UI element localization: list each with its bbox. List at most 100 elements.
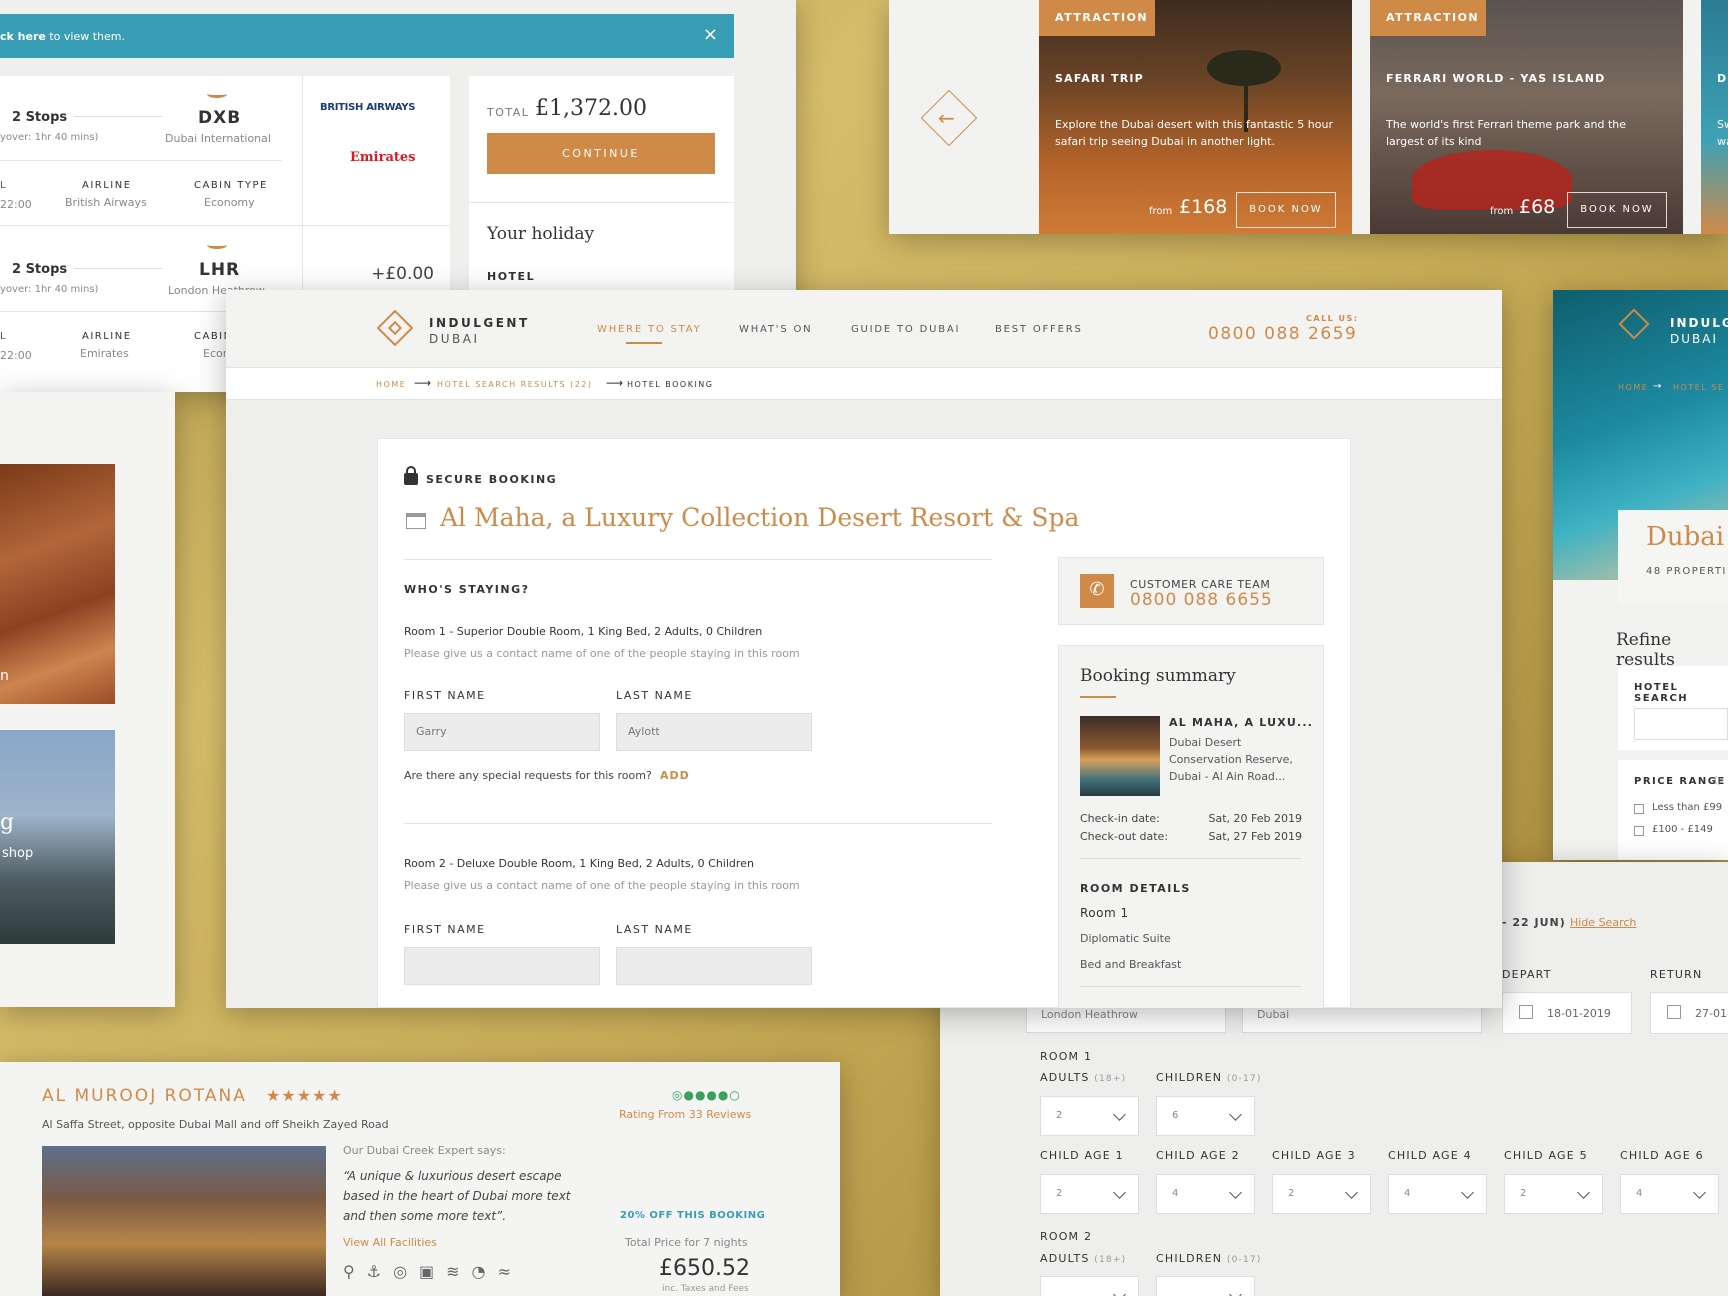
children-select[interactable]: 6 (1156, 1096, 1255, 1136)
rating-text: Rating From 33 Reviews (619, 1108, 752, 1121)
children-label: CHILDREN (0-17) (1156, 1252, 1262, 1265)
first-name-input[interactable] (404, 947, 600, 985)
last-name-label: LAST NAME (616, 923, 693, 936)
booking-summary: Booking summary AL MAHA, A LUXU... Dubai… (1058, 645, 1324, 1008)
hotel-name[interactable]: AL MUROOJ ROTANA (42, 1086, 247, 1106)
cabin-value: Ecor (203, 347, 228, 360)
child-age-select[interactable]: 2 (1040, 1174, 1139, 1214)
child-age-select[interactable]: 4 (1388, 1174, 1487, 1214)
airport-code: LHR (199, 260, 241, 280)
expert-quote: “A unique & luxurious desert escape base… (343, 1169, 571, 1223)
adults-text: ADULTS (1040, 1252, 1090, 1265)
return-input[interactable]: 27-01-2 (1650, 992, 1728, 1034)
nav-whats-on[interactable]: WHAT'S ON (739, 324, 812, 335)
attraction-desc: Sw wa (1717, 118, 1728, 148)
child-age-label: CHILD AGE 1 (1040, 1149, 1124, 1162)
marina-image: g shop (0, 730, 115, 944)
brand-name: INDULG (1670, 316, 1728, 330)
child-age-select[interactable]: 4 (1620, 1174, 1719, 1214)
whos-staying-heading: WHO'S STAYING? (404, 583, 530, 596)
last-name-input[interactable] (616, 947, 812, 985)
child-age-select[interactable]: 2 (1272, 1174, 1371, 1214)
room-details-type: Diplomatic Suite (1080, 932, 1171, 945)
summary-underline (1080, 696, 1116, 698)
time-label: L (0, 180, 6, 191)
brand-sub: DUBAI (1670, 332, 1719, 346)
price-checkbox[interactable] (1634, 826, 1644, 836)
breadcrumb-home[interactable]: HOME (376, 380, 406, 389)
search-dates: - 22 JUN) (1502, 916, 1566, 929)
attraction-desc: The world's first Ferrari theme park and… (1386, 118, 1627, 148)
children-select[interactable] (1156, 1276, 1255, 1296)
child-age-label: CHILD AGE 2 (1156, 1149, 1240, 1162)
book-now-button[interactable]: BOOK NOW (1236, 192, 1336, 228)
close-icon[interactable]: × (703, 24, 718, 45)
care-phone[interactable]: 0800 088 6655 (1130, 590, 1273, 610)
from-value: London Heathrow (1041, 1008, 1138, 1021)
phone-icon[interactable]: ✆ (1080, 574, 1114, 608)
room1-title: Room 1 - Superior Double Room, 1 King Be… (404, 625, 763, 638)
first-name-input[interactable]: Garry (404, 713, 600, 751)
brand-logo-icon[interactable] (376, 309, 414, 347)
summary-title: Booking summary (1080, 666, 1236, 686)
alert-text: to view them. (49, 30, 125, 43)
airline-label: AIRLINE (82, 180, 132, 191)
header-phone[interactable]: 0800 088 2659 (1208, 324, 1357, 344)
child-age-select[interactable]: 2 (1504, 1174, 1603, 1214)
tree-shape (1207, 50, 1281, 86)
room1-label: ROOM 1 (1040, 1050, 1093, 1063)
time-value: 22:00 (0, 349, 32, 362)
price-option: Less than £99 (1652, 802, 1723, 813)
route-line (74, 268, 162, 269)
book-now-button[interactable]: BOOK NOW (1567, 192, 1667, 228)
breadcrumb-arrow-icon: ⟶ (414, 376, 432, 390)
from-label: from (1149, 206, 1173, 217)
add-request-button[interactable]: ADD (660, 769, 690, 782)
price-checkbox[interactable] (1634, 804, 1644, 814)
continue-button[interactable]: CONTINUE (487, 133, 715, 174)
attraction-card[interactable]: D Sw wa (1701, 0, 1728, 234)
breadcrumb-search-results[interactable]: HOTEL SEARCH RESULTS (22) (437, 380, 593, 389)
breadcrumb-item[interactable]: HOTEL SE (1673, 383, 1724, 392)
nav-where-to-stay[interactable]: WHERE TO STAY (597, 324, 702, 335)
customer-care-box: ✆ CUSTOMER CARE TEAM 0800 088 6655 (1058, 557, 1324, 625)
attraction-title: SAFARI TRIP (1055, 72, 1144, 85)
airline-value: British Airways (65, 196, 147, 209)
attraction-desc: Explore the Dubai desert with this fanta… (1055, 118, 1333, 148)
adults-sub: (18+) (1094, 1255, 1127, 1265)
attraction-tag: ATTRACTION (1039, 0, 1155, 36)
last-name-input[interactable]: Aylott (616, 713, 812, 751)
view-facilities-link[interactable]: View All Facilities (343, 1236, 437, 1249)
lock-icon (404, 466, 418, 485)
children-sub: (0-17) (1226, 1074, 1262, 1084)
attractions-panel: ← ATTRACTION SAFARI TRIP Explore the Dub… (889, 0, 1728, 234)
adults-select[interactable]: 2 (1040, 1096, 1139, 1136)
hotel-search-input[interactable] (1634, 708, 1728, 740)
alert-bar: ck here to view them. × (0, 14, 734, 58)
british-airways-logo: BRITISH AIRWAYS (320, 102, 416, 113)
attraction-card[interactable]: ATTRACTION SAFARI TRIP Explore the Dubai… (1039, 0, 1352, 234)
adults-select[interactable] (1040, 1276, 1139, 1296)
hide-search-link[interactable]: Hide Search (1570, 916, 1636, 929)
divider (1080, 986, 1302, 987)
breadcrumb-home[interactable]: HOME (1618, 383, 1648, 392)
child-age-select[interactable]: 4 (1156, 1174, 1255, 1214)
child-age-label: CHILD AGE 4 (1388, 1149, 1472, 1162)
hotel-search-label: HOTEL SEARCH (1634, 682, 1689, 704)
brand-name[interactable]: INDULGENT (429, 316, 530, 330)
alert-link[interactable]: ck here (0, 30, 46, 43)
depart-input[interactable]: 18-01-2019 (1502, 992, 1632, 1034)
attraction-card[interactable]: ATTRACTION FERRARI WORLD - YAS ISLAND Th… (1370, 0, 1683, 234)
calendar-icon (1667, 1005, 1681, 1019)
children-text: CHILDREN (1156, 1252, 1223, 1265)
nav-best-offers[interactable]: BEST OFFERS (995, 324, 1083, 335)
room2-hint: Please give us a contact name of one of … (404, 879, 800, 892)
nav-guide[interactable]: GUIDE TO DUBAI (851, 324, 960, 335)
calendar-icon (1519, 1005, 1533, 1019)
return-label: RETURN (1650, 968, 1703, 981)
child-age-label: CHILD AGE 5 (1504, 1149, 1588, 1162)
hotel-search-box: HOTEL SEARCH (1618, 666, 1728, 750)
room-details-board: Bed and Breakfast (1080, 958, 1182, 971)
price-option: £100 - £149 (1652, 824, 1713, 835)
divider (404, 823, 992, 824)
